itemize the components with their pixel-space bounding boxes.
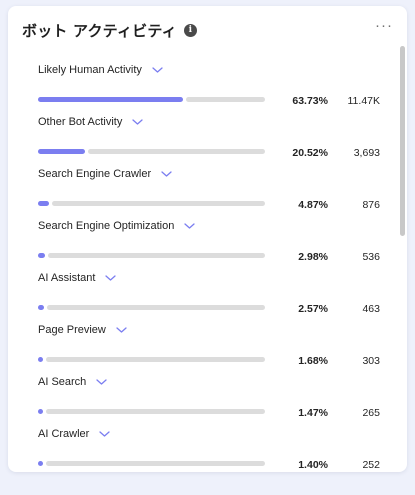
share-bar-fill	[38, 149, 85, 154]
list-item-other-bot-activity: Other Bot Activity 20.52% 3,693	[38, 114, 383, 166]
count-value: 11.47K	[347, 95, 381, 107]
percent-value: 20.52%	[292, 147, 328, 159]
count-value: 265	[362, 407, 380, 419]
share-bar-fill	[38, 409, 43, 414]
category-dropdown[interactable]: AI Crawler	[38, 426, 110, 442]
scrollbar[interactable]	[400, 46, 405, 236]
share-bar-line: 1.68% 303	[38, 353, 383, 367]
percent-value: 63.73%	[292, 95, 328, 107]
share-bar-line: 1.47% 265	[38, 405, 383, 419]
chevron-down-icon[interactable]	[132, 118, 144, 126]
percent-value: 1.47%	[298, 407, 328, 419]
category-label: AI Search	[38, 376, 87, 388]
more-options-icon[interactable]: ···	[375, 18, 393, 33]
card-header: ボット アクティビティ i ···	[22, 18, 393, 40]
share-bar-remainder	[186, 97, 265, 102]
count-value: 463	[362, 303, 380, 315]
share-bar-track	[38, 253, 265, 258]
list-item-search-engine-optimization: Search Engine Optimization 2.98% 536	[38, 218, 383, 270]
category-dropdown[interactable]: Search Engine Crawler	[38, 166, 172, 182]
share-bar-fill	[38, 357, 43, 362]
category-dropdown[interactable]: Likely Human Activity	[38, 62, 163, 78]
share-bar-line: 2.57% 463	[38, 301, 383, 315]
share-bar-remainder	[88, 149, 265, 154]
percent-value: 2.57%	[298, 303, 328, 315]
chevron-down-icon[interactable]	[116, 326, 127, 334]
category-dropdown[interactable]: AI Assistant	[38, 270, 117, 286]
list-item-page-preview: Page Preview 1.68% 303	[38, 322, 383, 374]
share-bar-remainder	[46, 357, 265, 362]
share-bar-line: 4.87% 876	[38, 197, 383, 211]
count-value: 536	[362, 251, 380, 263]
share-bar-line: 63.73% 11.47K	[38, 93, 383, 107]
share-bar-remainder	[52, 201, 265, 206]
share-bar-remainder	[48, 253, 265, 258]
share-bar-fill	[38, 305, 44, 310]
category-dropdown[interactable]: AI Search	[38, 374, 107, 390]
list-item-ai-search: AI Search 1.47% 265	[38, 374, 383, 426]
chevron-down-icon[interactable]	[161, 170, 172, 178]
category-label: Search Engine Optimization	[38, 220, 175, 232]
share-bar-track	[38, 409, 265, 414]
share-bar-fill	[38, 201, 49, 206]
chevron-down-icon[interactable]	[105, 274, 117, 282]
share-bar-remainder	[46, 461, 265, 466]
category-dropdown[interactable]: Page Preview	[38, 322, 127, 338]
share-bar-fill	[38, 461, 43, 466]
share-bar-track	[38, 461, 265, 466]
percent-value: 2.98%	[298, 251, 328, 263]
share-bar-fill	[38, 253, 45, 258]
category-label: AI Crawler	[38, 428, 90, 440]
list-item-ai-crawler: AI Crawler 1.40% 252	[38, 426, 383, 472]
list-item-likely-human-activity: Likely Human Activity 63.73% 11.47K	[38, 62, 383, 114]
list-item-search-engine-crawler: Search Engine Crawler 4.87% 876	[38, 166, 383, 218]
category-dropdown[interactable]: Other Bot Activity	[38, 114, 144, 130]
count-value: 876	[362, 199, 380, 211]
bot-activity-card: ボット アクティビティ i ··· Likely Human Activity 6…	[8, 6, 407, 472]
percent-value: 1.68%	[298, 355, 328, 367]
category-dropdown[interactable]: Search Engine Optimization	[38, 218, 196, 234]
chevron-down-icon[interactable]	[99, 430, 110, 438]
share-bar-track	[38, 97, 265, 102]
category-label: AI Assistant	[38, 272, 96, 284]
share-bar-track	[38, 201, 265, 206]
count-value: 3,693	[353, 147, 380, 159]
category-label: Likely Human Activity	[38, 64, 142, 76]
share-bar-line: 2.98% 536	[38, 249, 383, 263]
share-bar-track	[38, 305, 265, 310]
share-bar-remainder	[47, 305, 265, 310]
chevron-down-icon[interactable]	[152, 66, 163, 74]
share-bar-track	[38, 357, 265, 362]
count-value: 252	[362, 459, 380, 471]
info-icon[interactable]: i	[183, 23, 197, 37]
count-value: 303	[362, 355, 380, 367]
share-bar-line: 1.40% 252	[38, 457, 383, 471]
bot-activity-list: Likely Human Activity 63.73% 11.47K Other B…	[38, 62, 383, 472]
share-bar-fill	[38, 97, 183, 102]
share-bar-line: 20.52% 3,693	[38, 145, 383, 159]
share-bar-track	[38, 149, 265, 154]
chevron-down-icon[interactable]	[184, 222, 196, 230]
card-title: ボット アクティビティ	[22, 21, 177, 40]
share-bar-remainder	[46, 409, 265, 414]
list-item-ai-assistant: AI Assistant 2.57% 463	[38, 270, 383, 322]
category-label: Search Engine Crawler	[38, 168, 152, 180]
category-label: Page Preview	[38, 324, 106, 336]
chevron-down-icon[interactable]	[96, 378, 107, 386]
percent-value: 1.40%	[298, 459, 328, 471]
category-label: Other Bot Activity	[38, 116, 123, 128]
percent-value: 4.87%	[298, 199, 328, 211]
